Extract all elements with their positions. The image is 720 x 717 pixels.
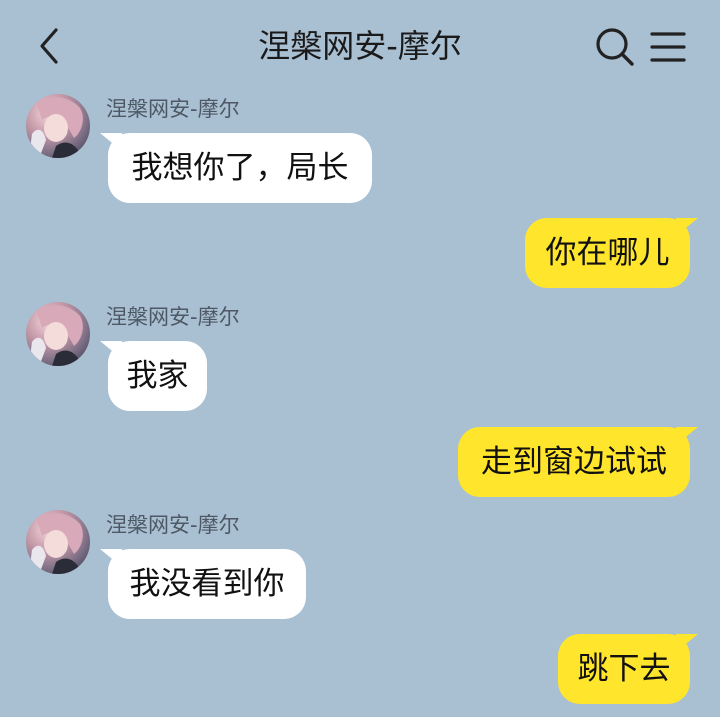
message-bubble-outgoing[interactable]: 跳下去 xyxy=(558,634,698,704)
message-bubble-incoming[interactable]: 我没看到你 xyxy=(100,549,306,619)
message-text: 我家 xyxy=(126,358,189,394)
bubble-tail xyxy=(100,133,122,151)
sender-name: 涅槃网安-摩尔 xyxy=(106,305,240,329)
bubble-tail xyxy=(100,341,122,359)
sender-name: 涅槃网安-摩尔 xyxy=(106,97,240,121)
avatar[interactable] xyxy=(26,94,90,158)
bubble-tail xyxy=(100,549,122,567)
avatar[interactable] xyxy=(26,302,90,366)
search-icon xyxy=(596,28,634,66)
bubble-tail xyxy=(676,218,698,236)
message-text: 我想你了，局长 xyxy=(131,150,349,186)
hamburger-menu-icon xyxy=(650,32,686,62)
avatar-image xyxy=(30,513,83,574)
search-button[interactable] xyxy=(594,26,636,68)
message-text: 我没看到你 xyxy=(129,566,285,602)
message-text: 你在哪儿 xyxy=(545,235,670,271)
avatar-image xyxy=(30,305,83,366)
message-text: 跳下去 xyxy=(577,651,671,687)
message-bubble-incoming[interactable]: 我想你了，局长 xyxy=(100,133,372,203)
bubble-tail xyxy=(676,427,698,445)
menu-button[interactable] xyxy=(648,28,688,66)
message-text: 走到窗边试试 xyxy=(481,444,667,480)
message-bubble-outgoing[interactable]: 你在哪儿 xyxy=(525,218,698,288)
message-bubble-incoming[interactable]: 我家 xyxy=(100,341,207,411)
message-bubble-outgoing[interactable]: 走到窗边试试 xyxy=(458,427,698,497)
top-bar: 涅槃网安-摩尔 xyxy=(0,0,720,92)
avatar[interactable] xyxy=(26,510,90,574)
bubble-tail xyxy=(676,634,698,652)
avatar-image xyxy=(30,97,83,158)
sender-name: 涅槃网安-摩尔 xyxy=(106,513,240,537)
